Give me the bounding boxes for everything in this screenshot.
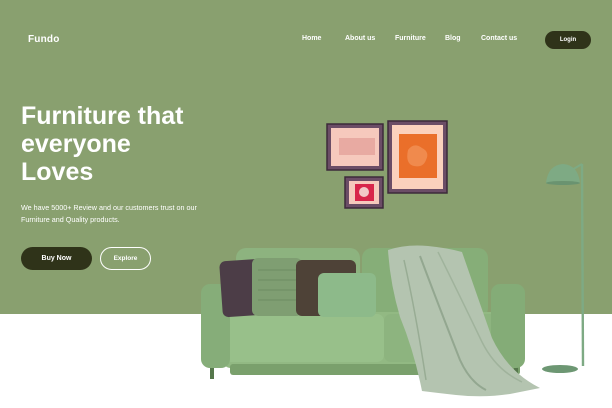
nav-link-furniture[interactable]: Furniture bbox=[395, 35, 426, 42]
landing-page: Fundo Home About us Furniture Blog Conta… bbox=[0, 0, 612, 408]
login-button[interactable]: Login bbox=[545, 31, 591, 49]
brand-logo[interactable]: Fundo bbox=[28, 34, 60, 45]
description-line-2: Furniture and Quality products. bbox=[21, 215, 120, 224]
nav-link-contact-us[interactable]: Contact us bbox=[481, 35, 517, 42]
explore-button[interactable]: Explore bbox=[100, 247, 151, 270]
nav-link-about-us[interactable]: About us bbox=[345, 35, 375, 42]
headline-line-2: everyone bbox=[21, 130, 131, 158]
nav-link-home[interactable]: Home bbox=[302, 35, 321, 42]
nav-link-blog[interactable]: Blog bbox=[445, 35, 461, 42]
headline-line-1: Furniture that bbox=[21, 102, 184, 130]
description-line-1: We have 5000+ Review and our customers t… bbox=[21, 203, 197, 212]
hero-headline: Furniture that everyone Loves bbox=[21, 102, 261, 186]
buy-now-button[interactable]: Buy Now bbox=[21, 247, 92, 270]
hero-description: We have 5000+ Review and our customers t… bbox=[21, 202, 251, 226]
headline-line-3: Loves bbox=[21, 158, 94, 186]
